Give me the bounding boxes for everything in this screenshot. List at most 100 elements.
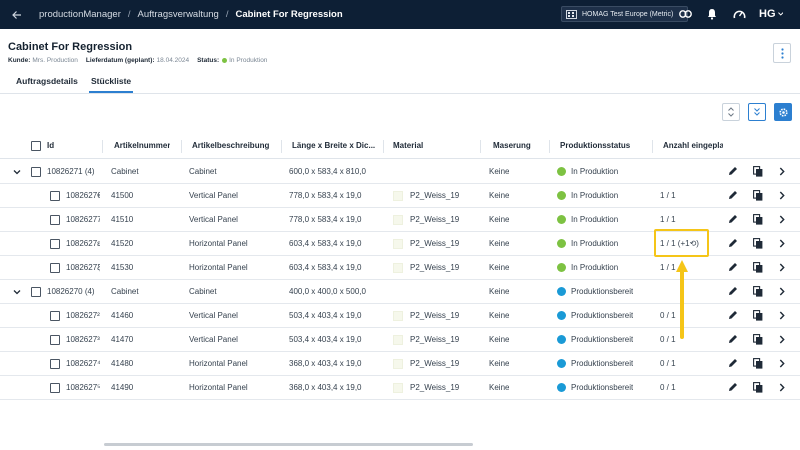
copy-document-icon[interactable]: [752, 165, 764, 177]
cell-produktionsstatus: Produktionsbereit: [571, 383, 634, 392]
settings-button[interactable]: [774, 103, 792, 121]
table-row[interactable]: 1082627⁴ 41480 Horizontal Panel 368,0 x 403…: [0, 352, 800, 376]
cell-maserung: Keine: [489, 287, 510, 296]
chevron-right-icon[interactable]: [776, 189, 788, 201]
cell-dimensions: 503,4 x 403,4 x 19,0: [289, 335, 362, 344]
edit-pencil-icon[interactable]: [727, 333, 739, 345]
column-header-produktionsstatus[interactable]: Produktionsstatus: [560, 141, 630, 150]
logo-text: HG: [759, 8, 776, 20]
row-checkbox[interactable]: [31, 287, 41, 297]
cell-material: P2_Weiss_19: [410, 335, 460, 344]
copy-document-icon[interactable]: [752, 285, 764, 297]
cell-maserung: Keine: [489, 215, 510, 224]
bell-icon[interactable]: [705, 7, 719, 21]
status-dot: [557, 263, 566, 272]
customer-value: Mrs. Production: [32, 57, 78, 64]
speedometer-icon[interactable]: [732, 7, 746, 21]
edit-pencil-icon[interactable]: [727, 213, 739, 225]
material-swatch: [393, 263, 403, 273]
chevron-right-icon[interactable]: [776, 381, 788, 393]
cell-anzahl: 0 / 1: [660, 311, 676, 320]
column-header-anzahl[interactable]: Anzahl eingepla: [663, 141, 723, 150]
cell-maserung: Keine: [489, 311, 510, 320]
organization-selector[interactable]: HOMAG Test Europe (Metric): [561, 6, 688, 22]
table-row[interactable]: 1082627⁵ 41490 Horizontal Panel 368,0 x 403…: [0, 376, 800, 400]
tab-stueckliste[interactable]: Stückliste: [89, 76, 134, 93]
edit-pencil-icon[interactable]: [727, 285, 739, 297]
cell-anzahl: 0 / 1: [660, 383, 676, 392]
column-header-artikelnummer[interactable]: Artikelnummer: [114, 141, 170, 150]
chevron-right-icon[interactable]: [776, 333, 788, 345]
select-all-checkbox[interactable]: [31, 141, 41, 151]
row-checkbox[interactable]: [50, 335, 60, 345]
breadcrumb-separator: /: [225, 9, 229, 20]
row-checkbox[interactable]: [31, 167, 41, 177]
breadcrumb: productionManager / Auftragsverwaltung /…: [39, 9, 343, 20]
edit-pencil-icon[interactable]: [727, 261, 739, 273]
edit-pencil-icon[interactable]: [727, 165, 739, 177]
more-options-button[interactable]: [773, 43, 791, 63]
row-checkbox[interactable]: [50, 359, 60, 369]
cell-produktionsstatus: Produktionsbereit: [571, 359, 634, 368]
copy-document-icon[interactable]: [752, 381, 764, 393]
column-header-maserung[interactable]: Maserung: [493, 141, 531, 150]
copy-document-icon[interactable]: [752, 357, 764, 369]
row-checkbox[interactable]: [50, 239, 60, 249]
row-checkbox[interactable]: [50, 263, 60, 273]
breadcrumb-separator: /: [127, 9, 131, 20]
copy-document-icon[interactable]: [752, 189, 764, 201]
breadcrumb-item-orders[interactable]: Auftragsverwaltung: [138, 9, 219, 20]
row-checkbox[interactable]: [50, 215, 60, 225]
status-dot: [557, 287, 566, 296]
copy-document-icon[interactable]: [752, 261, 764, 273]
chevron-down-icon[interactable]: [13, 168, 21, 176]
cell-artikelbeschreibung: Vertical Panel: [189, 191, 238, 200]
row-checkbox[interactable]: [50, 383, 60, 393]
cell-material: P2_Weiss_19: [410, 263, 460, 272]
chevron-right-icon[interactable]: [776, 357, 788, 369]
expand-all-button[interactable]: [722, 103, 740, 121]
homag-logo-button[interactable]: HG: [759, 7, 783, 21]
column-header-dimensions[interactable]: Länge x Breite x Dic...: [292, 141, 380, 150]
edit-pencil-icon[interactable]: [727, 189, 739, 201]
column-header-id[interactable]: Id: [47, 141, 54, 150]
status-dot: [557, 311, 566, 320]
more-vertical-icon: [780, 47, 784, 59]
cell-material: P2_Weiss_19: [410, 359, 460, 368]
table-group-row[interactable]: 10826271 (4) Cabinet Cabinet 600,0 x 583,4 …: [0, 160, 800, 184]
row-checkbox[interactable]: [50, 311, 60, 321]
table-row[interactable]: 1082627€ 41500 Vertical Panel 778,0 x 583,4…: [0, 184, 800, 208]
row-checkbox[interactable]: [50, 191, 60, 201]
chevron-right-icon[interactable]: [776, 285, 788, 297]
chevron-down-icon[interactable]: [13, 288, 21, 296]
chevron-right-icon[interactable]: [776, 213, 788, 225]
column-header-artikelbeschreibung[interactable]: Artikelbeschreibung: [192, 141, 269, 150]
link-icon[interactable]: [678, 7, 692, 21]
cell-produktionsstatus: In Produktion: [571, 191, 619, 200]
chevron-right-icon[interactable]: [776, 237, 788, 249]
copy-document-icon[interactable]: [752, 309, 764, 321]
tab-auftragsdetails[interactable]: Auftragsdetails: [16, 76, 78, 93]
edit-pencil-icon[interactable]: [727, 237, 739, 249]
back-arrow-icon[interactable]: [12, 10, 24, 20]
column-header-material[interactable]: Material: [393, 141, 423, 150]
cell-id: 1082627ε: [66, 239, 100, 248]
copy-document-icon[interactable]: [752, 213, 764, 225]
status-dot: [557, 335, 566, 344]
chevron-right-icon[interactable]: [776, 309, 788, 321]
edit-pencil-icon[interactable]: [727, 309, 739, 321]
cell-material: P2_Weiss_19: [410, 215, 460, 224]
chevron-right-icon[interactable]: [776, 261, 788, 273]
copy-document-icon[interactable]: [752, 237, 764, 249]
material-swatch: [393, 335, 403, 345]
chevron-right-icon[interactable]: [776, 165, 788, 177]
cell-dimensions: 600,0 x 583,4 x 810,0: [289, 167, 366, 176]
cell-artikelbeschreibung: Vertical Panel: [189, 215, 238, 224]
horizontal-scrollbar[interactable]: [104, 443, 473, 446]
breadcrumb-item-app[interactable]: productionManager: [39, 9, 121, 20]
copy-document-icon[interactable]: [752, 333, 764, 345]
collapse-all-button[interactable]: [748, 103, 766, 121]
edit-pencil-icon[interactable]: [727, 381, 739, 393]
edit-pencil-icon[interactable]: [727, 357, 739, 369]
cell-maserung: Keine: [489, 359, 510, 368]
